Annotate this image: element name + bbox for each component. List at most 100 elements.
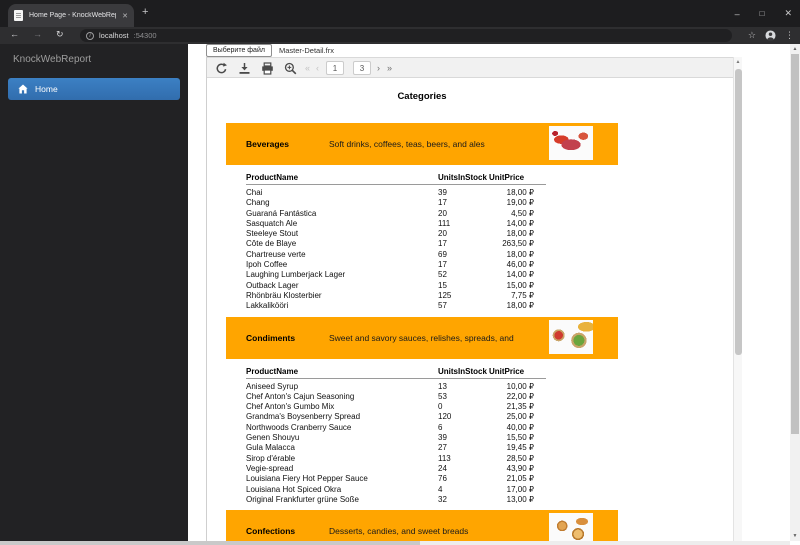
table-row: Sasquatch Ale 111 14,00 ₽ xyxy=(246,219,546,229)
product-name-cell: Genen Shouyu xyxy=(246,433,300,443)
category-section: Beverages Soft drinks, coffees, teas, be… xyxy=(207,123,637,312)
last-page-button[interactable]: » xyxy=(387,62,392,75)
first-page-button[interactable]: « xyxy=(305,62,310,75)
zoom-icon[interactable] xyxy=(284,62,297,75)
units-in-stock-cell: 27 xyxy=(438,443,447,453)
table-row: Chang 17 19,00 ₽ xyxy=(246,198,546,208)
scrollbar-thumb[interactable] xyxy=(735,69,742,355)
units-in-stock-cell: 17 xyxy=(438,239,447,249)
table-row: Chartreuse verte 69 18,00 ₽ xyxy=(246,250,546,260)
report-viewer-panel: « ‹ 1 3 › » Categories Beverages Soft dr… xyxy=(206,57,742,545)
browser-menu-icon[interactable]: ⋮ xyxy=(785,30,794,41)
save-icon[interactable] xyxy=(238,62,251,75)
current-page-input[interactable]: 1 xyxy=(326,61,344,75)
report-scrollbar[interactable]: ▲ xyxy=(733,57,742,545)
units-in-stock-cell: 0 xyxy=(438,402,443,412)
bookmark-star-icon[interactable]: ☆ xyxy=(748,30,756,41)
prev-page-button[interactable]: ‹ xyxy=(316,62,319,75)
report-title: Categories xyxy=(397,91,447,102)
profile-avatar-icon[interactable] xyxy=(765,30,776,41)
url-host: localhost xyxy=(99,31,129,40)
new-tab-button[interactable]: + xyxy=(142,7,148,18)
product-name-cell: Aniseed Syrup xyxy=(246,381,299,391)
product-name-cell: Chartreuse verte xyxy=(246,249,306,259)
product-name-cell: Laughing Lumberjack Lager xyxy=(246,270,346,280)
scrollbar-thumb[interactable] xyxy=(791,54,799,434)
forward-icon[interactable]: → xyxy=(33,29,42,39)
next-page-button[interactable]: › xyxy=(377,62,380,75)
table-row: Louisiana Fiery Hot Pepper Sauce 76 21,0… xyxy=(246,474,546,484)
units-in-stock-cell: 120 xyxy=(438,412,452,422)
browser-scrollbar[interactable]: ▲ ▼ xyxy=(790,44,800,541)
column-header-productname: ProductName xyxy=(246,366,299,376)
units-in-stock-cell: 76 xyxy=(438,474,447,484)
refresh-icon[interactable] xyxy=(215,62,228,75)
table-row: Chai 39 18,00 ₽ xyxy=(246,188,546,198)
sidebar-item-home[interactable]: Home xyxy=(8,78,180,100)
category-name: Condiments xyxy=(246,332,296,343)
product-name-cell: Sasquatch Ale xyxy=(246,218,298,228)
units-in-stock-cell: 57 xyxy=(438,301,447,311)
table-row: Northwoods Cranberry Sauce 6 40,00 ₽ xyxy=(246,423,546,433)
home-icon xyxy=(18,84,28,94)
browser-toolbar: ← → ↻ i localhost:54300 xyxy=(0,27,800,44)
column-header-unitsinstock: UnitsInStock xyxy=(438,173,487,182)
units-in-stock-cell: 52 xyxy=(438,270,447,280)
units-in-stock-cell: 24 xyxy=(438,463,447,473)
units-in-stock-cell: 113 xyxy=(438,453,451,463)
category-image xyxy=(549,126,593,160)
window-maximize-button[interactable]: □ xyxy=(760,9,765,18)
window-minimize-button[interactable]: – xyxy=(735,9,740,19)
units-in-stock-cell: 17 xyxy=(438,260,447,270)
column-header-unitprice: UnitPrice xyxy=(489,173,525,182)
unit-price-cell: 10,00 ₽ xyxy=(506,381,534,391)
report-page: Categories Beverages Soft drinks, coffee… xyxy=(207,78,637,545)
horizontal-scrollbar[interactable] xyxy=(0,541,790,545)
table-header-row: ProductName UnitsInStock UnitPrice xyxy=(246,367,546,379)
unit-price-cell: 4,50 ₽ xyxy=(511,208,534,218)
browser-tab[interactable]: Home Page - KnockWebReport ✕ xyxy=(8,4,134,27)
product-name-cell: Outback Lager xyxy=(246,280,299,290)
table-row: Rhönbräu Klosterbier 125 7,75 ₽ xyxy=(246,291,546,301)
unit-price-cell: 18,00 ₽ xyxy=(506,249,534,259)
reload-icon[interactable]: ↻ xyxy=(56,29,64,40)
choose-file-button[interactable]: Выберите файл xyxy=(206,44,272,57)
column-header-unitprice: UnitPrice xyxy=(489,366,525,376)
unit-price-cell: 263,50 ₽ xyxy=(502,239,534,249)
product-name-cell: Lakkalikööri xyxy=(246,301,289,311)
product-name-cell: Vegie-spread xyxy=(246,463,294,473)
site-info-icon[interactable]: i xyxy=(86,31,94,40)
unit-price-cell: 18,00 ₽ xyxy=(506,301,534,311)
scrollbar-thumb[interactable] xyxy=(0,541,420,545)
table-row: Laughing Lumberjack Lager 52 14,00 ₽ xyxy=(246,270,546,280)
scroll-up-icon[interactable]: ▲ xyxy=(790,46,800,52)
table-row: Lakkalikööri 57 18,00 ₽ xyxy=(246,301,546,311)
unit-price-cell: 21,05 ₽ xyxy=(506,474,534,484)
app-brand[interactable]: KnockWebReport xyxy=(0,44,188,65)
table-row: Gula Malacca 27 19,45 ₽ xyxy=(246,443,546,453)
category-banner: Beverages Soft drinks, coffees, teas, be… xyxy=(226,123,618,165)
unit-price-cell: 15,50 ₽ xyxy=(506,433,534,443)
units-in-stock-cell: 13 xyxy=(438,381,447,391)
product-name-cell: Chang xyxy=(246,198,270,208)
table-row: Louisiana Hot Spiced Okra 4 17,00 ₽ xyxy=(246,485,546,495)
tab-close-icon[interactable]: ✕ xyxy=(122,12,128,20)
product-name-cell: Original Frankfurter grüne Soße xyxy=(246,494,359,504)
window-close-button[interactable]: ✕ xyxy=(784,8,792,19)
sidebar-item-label: Home xyxy=(35,84,58,94)
unit-price-cell: 14,00 ₽ xyxy=(506,270,534,280)
unit-price-cell: 13,00 ₽ xyxy=(506,494,534,504)
tab-favicon-icon xyxy=(14,10,23,21)
category-description: Desserts, candies, and sweet breads xyxy=(329,526,469,537)
units-in-stock-cell: 125 xyxy=(438,290,452,300)
scroll-down-icon[interactable]: ▼ xyxy=(790,533,800,539)
address-bar[interactable]: i localhost:54300 xyxy=(80,29,732,42)
unit-price-cell: 25,00 ₽ xyxy=(506,412,534,422)
scroll-up-icon[interactable]: ▲ xyxy=(734,59,742,65)
print-icon[interactable] xyxy=(261,62,274,75)
table-header-row: ProductName UnitsInStock UnitPrice xyxy=(246,173,546,185)
selected-file-name: Master-Detail.frx xyxy=(278,46,334,55)
back-icon[interactable]: ← xyxy=(10,29,19,39)
unit-price-cell: 46,00 ₽ xyxy=(506,260,534,270)
units-in-stock-cell: 39 xyxy=(438,433,447,443)
